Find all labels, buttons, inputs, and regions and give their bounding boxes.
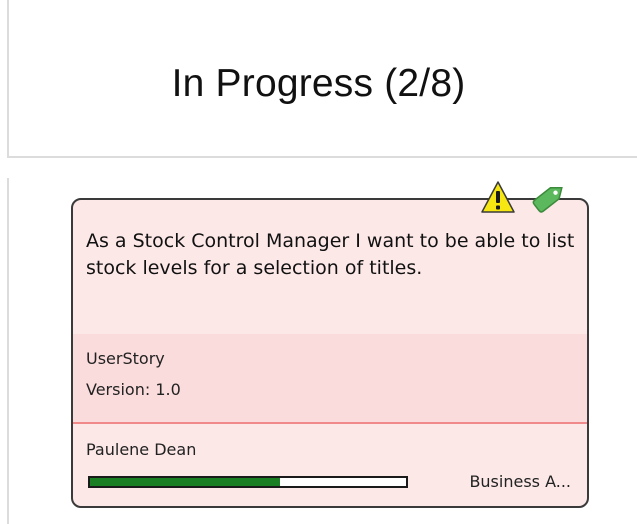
card-divider <box>73 422 587 424</box>
tag-icon <box>532 187 563 213</box>
card-version: Version: 1.0 <box>86 380 181 399</box>
column-left-border-lower <box>7 178 9 524</box>
column-header-divider <box>8 156 637 158</box>
card-progress-bar <box>88 476 408 488</box>
kanban-card[interactable]: As a Stock Control Manager I want to be … <box>71 198 589 508</box>
card-assignee: Paulene Dean <box>86 440 197 459</box>
card-element-type: UserStory <box>86 349 165 368</box>
card-meta-section: UserStory Version: 1.0 <box>73 334 587 424</box>
warning-icon <box>481 181 515 213</box>
card-role: Business A... <box>469 472 571 491</box>
column-title: In Progress (2/8) <box>171 62 466 105</box>
card-progress-fill <box>90 478 280 486</box>
card-story-text: As a Stock Control Manager I want to be … <box>86 230 575 279</box>
